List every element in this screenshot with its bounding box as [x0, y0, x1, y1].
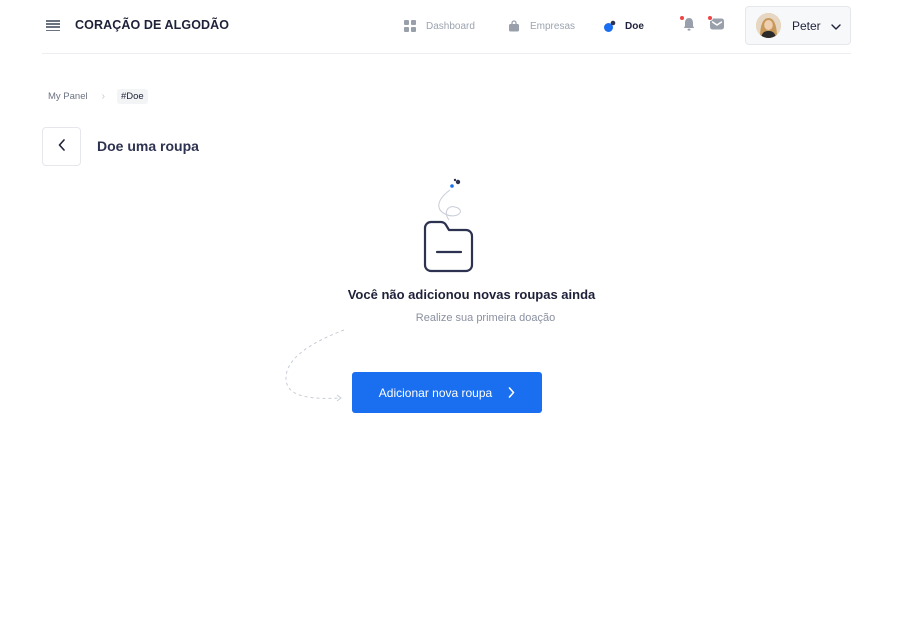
- dashed-arrow-icon: [282, 328, 348, 406]
- breadcrumb-current: #Doe: [116, 88, 148, 104]
- user-menu[interactable]: Peter: [745, 6, 851, 45]
- chevron-right-icon: ›: [101, 90, 105, 102]
- add-clothing-button-label: Adicionar nova roupa: [378, 385, 493, 400]
- nav-dashboard-label: Dashboard: [426, 20, 475, 32]
- nav-dashboard[interactable]: Dashboard: [404, 18, 475, 34]
- top-header: CORAÇÃO DE ALGODÃO Dashboard Empresas Do…: [42, 0, 851, 54]
- nav-doe-label: Doe: [625, 20, 644, 32]
- page-title: Doe uma roupa: [97, 138, 199, 154]
- breadcrumb: My Panel › #Doe: [48, 88, 148, 104]
- chevron-right-icon: [508, 387, 515, 398]
- nav-doe[interactable]: Doe: [603, 18, 644, 34]
- empty-state-title: Você não adicionou novas roupas ainda: [347, 287, 596, 302]
- notification-dot: [679, 15, 685, 21]
- brand-name: CORAÇÃO DE ALGODÃO: [75, 18, 230, 32]
- chevron-down-icon: [830, 17, 841, 35]
- bell-icon[interactable]: [679, 15, 697, 32]
- drop-icon: [603, 20, 616, 32]
- grid-icon: [404, 20, 416, 32]
- chevron-left-icon: [58, 138, 66, 156]
- notification-dot: [707, 15, 713, 21]
- nav-empresas[interactable]: Empresas: [508, 18, 575, 34]
- empty-folder-illustration: [415, 176, 480, 276]
- nav-empresas-label: Empresas: [530, 20, 576, 32]
- mail-icon[interactable]: [707, 15, 725, 32]
- back-button[interactable]: [42, 127, 81, 166]
- empty-state-subtitle: Realize sua primeira doação: [415, 312, 556, 324]
- bag-icon: [508, 20, 520, 32]
- menu-icon[interactable]: [46, 20, 60, 32]
- add-clothing-button[interactable]: Adicionar nova roupa: [352, 372, 542, 413]
- avatar: [756, 13, 781, 38]
- user-name: Peter: [792, 18, 821, 33]
- breadcrumb-my-panel[interactable]: My Panel: [48, 91, 88, 102]
